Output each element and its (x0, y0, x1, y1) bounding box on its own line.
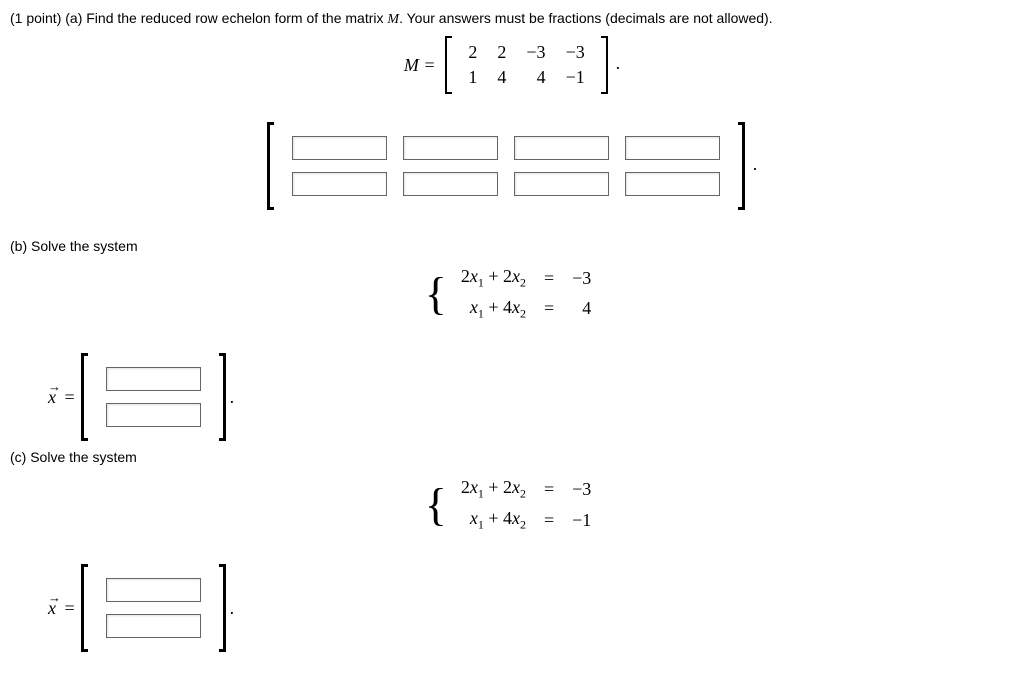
part-c-input-vector (81, 564, 226, 652)
bracket-right-icon (601, 36, 608, 94)
part-c-x2-input[interactable] (106, 614, 201, 638)
bracket-left-icon (81, 564, 88, 652)
bracket-left-icon (445, 36, 452, 94)
matrix-m-table: 2 2 −3 −3 1 4 4 −1 (458, 40, 594, 90)
part-a-prompt: (1 point) (a) Find the reduced row echel… (10, 10, 1014, 28)
eq-sign: = (534, 506, 564, 535)
bracket-left-icon (267, 122, 274, 210)
table-row (284, 130, 728, 166)
table-row: 2x1 + 2x2 = −3 (455, 475, 597, 504)
period: . (230, 387, 235, 408)
table-row: 2x1 + 2x2 = −3 (455, 264, 597, 293)
table-row: x1 + 4x2 = 4 (455, 295, 597, 324)
period: . (616, 53, 621, 73)
vector-arrow-icon: → (48, 590, 61, 606)
bracket-right-icon (219, 353, 226, 441)
vector-x-label: → x = (48, 387, 75, 408)
matrix-cell: 1 (458, 65, 487, 90)
rref-input-0-0[interactable] (292, 136, 387, 160)
rref-input-1-3[interactable] (625, 172, 720, 196)
part-a-after: . Your answers must be fractions (decima… (399, 10, 773, 26)
vector-x-label: → x = (48, 598, 75, 619)
system-c-display: { 2x1 + 2x2 = −3 x1 + 4x2 = −1 (10, 473, 1014, 536)
matrix-m-display: M = 2 2 −3 −3 1 4 4 −1 . (10, 36, 1014, 94)
matrix-cell: 2 (487, 40, 516, 65)
part-a-label: (a) (65, 10, 86, 26)
vector-arrow-icon: → (48, 379, 61, 395)
rref-input-0-1[interactable] (403, 136, 498, 160)
bracket-right-icon (219, 564, 226, 652)
bracket-right-icon (738, 122, 745, 210)
eq-rhs: −3 (566, 475, 597, 504)
period: . (230, 598, 235, 619)
matrix-cell: −3 (516, 40, 555, 65)
matrix-cell: 4 (516, 65, 555, 90)
part-c-label: (c) Solve the system (10, 449, 1014, 465)
rref-input-0-3[interactable] (625, 136, 720, 160)
eq-rhs: −3 (566, 264, 597, 293)
eq-lhs: x1 + 4x2 (455, 295, 532, 324)
table-row (98, 608, 209, 644)
part-b-input-vector (81, 353, 226, 441)
points-label: (1 point) (10, 10, 65, 26)
matrix-cell: −1 (556, 65, 595, 90)
eq-sign: = (534, 264, 564, 293)
system-b-display: { 2x1 + 2x2 = −3 x1 + 4x2 = 4 (10, 262, 1014, 325)
table-row (284, 166, 728, 202)
eq-lhs: x1 + 4x2 (455, 506, 532, 535)
table-row: 1 4 4 −1 (458, 65, 594, 90)
eq-lhs: 2x1 + 2x2 (455, 264, 532, 293)
equals-sign: = (65, 598, 75, 618)
part-b-label: (b) Solve the system (10, 238, 1014, 254)
table-row (98, 397, 209, 433)
m-equals-label: M = (404, 55, 436, 75)
rref-input-1-2[interactable] (514, 172, 609, 196)
matrix-cell: 2 (458, 40, 487, 65)
rref-input-matrix (267, 122, 745, 210)
bracket-left-icon (81, 353, 88, 441)
part-b-x2-input[interactable] (106, 403, 201, 427)
rref-input-1-0[interactable] (292, 172, 387, 196)
part-b-answer: → x = . (48, 353, 1014, 441)
eq-rhs: 4 (566, 295, 597, 324)
curly-brace-icon: { (425, 482, 447, 528)
table-row (98, 361, 209, 397)
equals-sign: = (65, 387, 75, 407)
period: . (753, 154, 758, 174)
table-row: x1 + 4x2 = −1 (455, 506, 597, 535)
part-a-before: Find the reduced row echelon form of the… (86, 10, 387, 26)
part-c-answer: → x = . (48, 564, 1014, 652)
part-b-x1-input[interactable] (106, 367, 201, 391)
eq-rhs: −1 (566, 506, 597, 535)
rref-input-0-2[interactable] (514, 136, 609, 160)
system-b-table: 2x1 + 2x2 = −3 x1 + 4x2 = 4 (453, 262, 599, 325)
matrix-m: 2 2 −3 −3 1 4 4 −1 (445, 36, 607, 94)
system-c-table: 2x1 + 2x2 = −3 x1 + 4x2 = −1 (453, 473, 599, 536)
eq-lhs: 2x1 + 2x2 (455, 475, 532, 504)
matrix-cell: −3 (556, 40, 595, 65)
matrix-symbol: M (387, 12, 399, 27)
part-c-x1-input[interactable] (106, 578, 201, 602)
matrix-cell: 4 (487, 65, 516, 90)
rref-input-1-1[interactable] (403, 172, 498, 196)
table-row: 2 2 −3 −3 (458, 40, 594, 65)
rref-answer-block: . (10, 122, 1014, 210)
eq-sign: = (534, 475, 564, 504)
eq-sign: = (534, 295, 564, 324)
table-row (98, 572, 209, 608)
curly-brace-icon: { (425, 271, 447, 317)
